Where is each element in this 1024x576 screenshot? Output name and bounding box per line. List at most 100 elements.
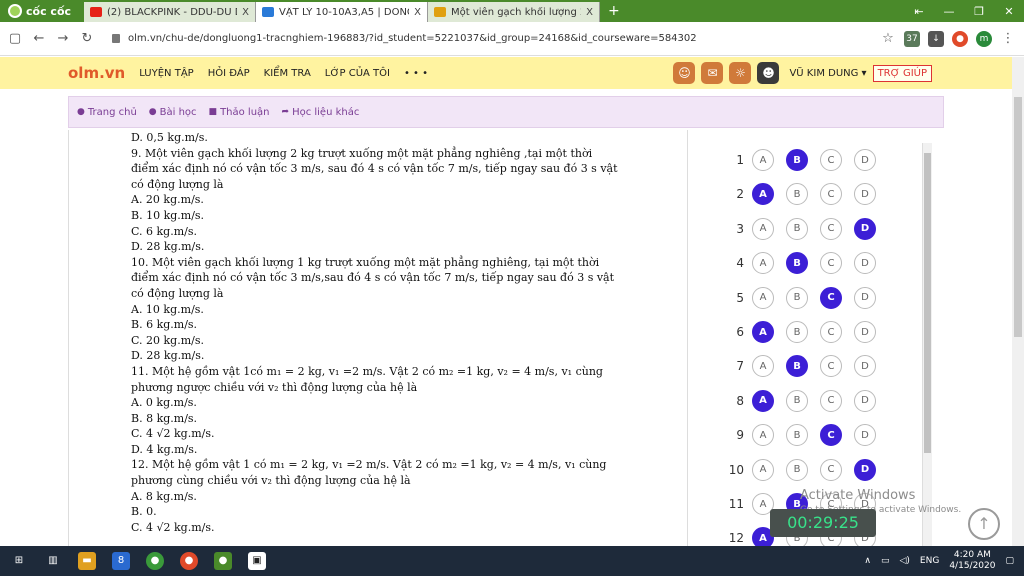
reload-icon[interactable]: ↻	[80, 31, 94, 46]
app-taskbar-icon[interactable]: ●	[180, 552, 198, 570]
olm-menu-item-5[interactable]: • • •	[404, 68, 428, 79]
tab-close-icon[interactable]: X	[414, 7, 421, 18]
answer-choice-c[interactable]: C	[820, 389, 842, 412]
start-icon[interactable]: ⊞	[10, 552, 28, 570]
forward-icon[interactable]: →	[56, 31, 70, 46]
answer-choice-c[interactable]: C	[820, 355, 842, 378]
answer-choice-c[interactable]: C	[820, 458, 842, 481]
answer-choice-d[interactable]: D	[854, 321, 876, 343]
store-icon[interactable]: 8	[112, 552, 130, 570]
browser-tab-1[interactable]: (2) BLACKPINK - DDU-DU DD X	[84, 2, 256, 22]
friends-icon[interactable]: ☺	[673, 62, 696, 84]
page-scroll-thumb[interactable]	[1014, 97, 1022, 337]
browser-tab-3[interactable]: Một viên gạch khối lượng 2 k X	[428, 2, 600, 22]
answer-choice-c[interactable]: C	[820, 183, 842, 206]
subnav-link-1[interactable]: ● Trang chủ	[77, 107, 137, 118]
extension-icon[interactable]: 37	[904, 30, 920, 47]
answer-sheet-scrollbar[interactable]	[922, 143, 932, 546]
task-view-icon[interactable]: ▥	[44, 552, 62, 570]
notifications-icon[interactable]: ☼	[729, 62, 752, 84]
answer-choice-b[interactable]: B	[786, 424, 808, 447]
clock[interactable]: 4:20 AM 4/15/2020	[949, 550, 995, 572]
answer-choice-a[interactable]: A	[752, 355, 774, 378]
tab-close-icon[interactable]: X	[586, 7, 593, 18]
answer-choice-a[interactable]: A	[752, 321, 774, 343]
answer-choice-b[interactable]: B	[786, 321, 808, 343]
olm-menu-item-2[interactable]: HỎI ĐÁP	[208, 68, 250, 79]
coccoc-active-taskbar-icon[interactable]: ●	[214, 552, 232, 570]
answer-choice-b[interactable]: B	[786, 389, 808, 412]
back-icon[interactable]: ←	[32, 31, 46, 46]
answer-choice-c[interactable]: C	[820, 321, 842, 343]
answer-choice-d[interactable]: D	[854, 355, 876, 378]
browser-brand-label: cốc cốc	[26, 4, 72, 18]
more-menu-icon[interactable]: ⋮	[1000, 31, 1016, 47]
answer-choice-a[interactable]: A	[752, 424, 774, 447]
star-icon[interactable]: ☆	[880, 31, 896, 47]
coccoc-taskbar-icon[interactable]: ●	[146, 552, 164, 570]
answer-choice-c[interactable]: C	[820, 149, 842, 171]
url-field[interactable]: olm.vn/chu-de/dongluong1-tracnghiem-1968…	[104, 27, 870, 51]
browser-tab-2[interactable]: VẬT LÝ 10-10A3,A5 | DONGLU X	[256, 2, 428, 22]
subnav-link-2[interactable]: ● Bài học	[149, 107, 197, 118]
scroll-to-top-icon[interactable]: ↑	[968, 508, 1000, 540]
subnav-icon: ■	[208, 107, 218, 117]
minimize-icon[interactable]: —	[934, 5, 964, 18]
user-avatar[interactable]: ☻	[757, 62, 780, 84]
answer-choice-a[interactable]: A	[752, 183, 774, 206]
notification-center-icon[interactable]: ▢	[1005, 556, 1014, 566]
sidebar-toggle-icon[interactable]: ▢	[8, 31, 22, 46]
answer-choice-d[interactable]: D	[854, 252, 876, 275]
olm-menu-item-4[interactable]: LỚP CỦA TÔI	[325, 68, 390, 79]
tab-close-icon[interactable]: X	[242, 7, 249, 18]
answer-choice-a[interactable]: A	[752, 149, 774, 171]
answer-choice-d[interactable]: D	[854, 424, 876, 447]
subnav-link-4[interactable]: ➦ Học liệu khác	[282, 107, 360, 118]
camera-icon[interactable]: ▣	[248, 552, 266, 570]
answer-choice-c[interactable]: C	[820, 217, 842, 240]
answer-choice-c[interactable]: C	[820, 286, 842, 309]
olm-menu-item-3[interactable]: KIỂM TRA	[264, 68, 311, 79]
menu-icon[interactable]: ⇤	[904, 5, 934, 18]
volume-icon[interactable]: ◁)	[899, 556, 909, 566]
answer-choice-a[interactable]: A	[752, 389, 774, 412]
answer-choice-d[interactable]: D	[854, 389, 876, 412]
answer-choice-b[interactable]: B	[786, 149, 808, 171]
close-window-icon[interactable]: ✕	[994, 5, 1024, 18]
answer-choice-b[interactable]: B	[786, 183, 808, 206]
profile-avatar[interactable]: m	[976, 30, 992, 47]
help-button[interactable]: TRỢ GIÚP	[872, 64, 932, 82]
answer-choice-d[interactable]: D	[854, 183, 876, 206]
answer-choice-b[interactable]: B	[786, 252, 808, 275]
maximize-icon[interactable]: ❐	[964, 5, 994, 18]
page-scrollbar[interactable]	[1012, 57, 1024, 546]
network-icon[interactable]: ▭	[881, 556, 890, 566]
browser-brand[interactable]: cốc cốc	[0, 4, 84, 18]
answer-choice-a[interactable]: A	[752, 252, 774, 275]
answer-choice-b[interactable]: B	[786, 217, 808, 240]
answer-choice-b[interactable]: B	[786, 458, 808, 481]
answer-choice-d[interactable]: D	[854, 149, 876, 171]
answer-choice-a[interactable]: A	[752, 458, 774, 481]
download-icon[interactable]: ↓	[928, 30, 944, 47]
answer-choice-a[interactable]: A	[752, 286, 774, 309]
tray-arrow-icon[interactable]: ∧	[864, 556, 871, 566]
file-explorer-icon[interactable]: ▬	[78, 552, 96, 570]
answer-choice-c[interactable]: C	[820, 424, 842, 447]
olm-logo[interactable]: olm.vn	[68, 64, 125, 82]
answer-choice-d[interactable]: D	[854, 286, 876, 309]
answer-choice-b[interactable]: B	[786, 355, 808, 378]
language-indicator[interactable]: ENG	[920, 556, 939, 566]
answer-choice-d[interactable]: D	[854, 458, 876, 481]
olm-menu-item-1[interactable]: LUYỆN TẬP	[139, 68, 193, 79]
answer-choice-a[interactable]: A	[752, 217, 774, 240]
answer-scroll-thumb[interactable]	[924, 153, 931, 453]
new-tab-button[interactable]: +	[600, 3, 628, 19]
coccoc-extension-icon[interactable]: ●	[952, 30, 968, 47]
answer-choice-b[interactable]: B	[786, 286, 808, 309]
answer-choice-d[interactable]: D	[854, 217, 876, 240]
subnav-link-3[interactable]: ■ Thảo luận	[209, 107, 270, 118]
answer-choice-c[interactable]: C	[820, 252, 842, 275]
user-name[interactable]: VŨ KIM DUNG ▾	[789, 68, 866, 79]
messages-icon[interactable]: ✉	[701, 62, 724, 84]
